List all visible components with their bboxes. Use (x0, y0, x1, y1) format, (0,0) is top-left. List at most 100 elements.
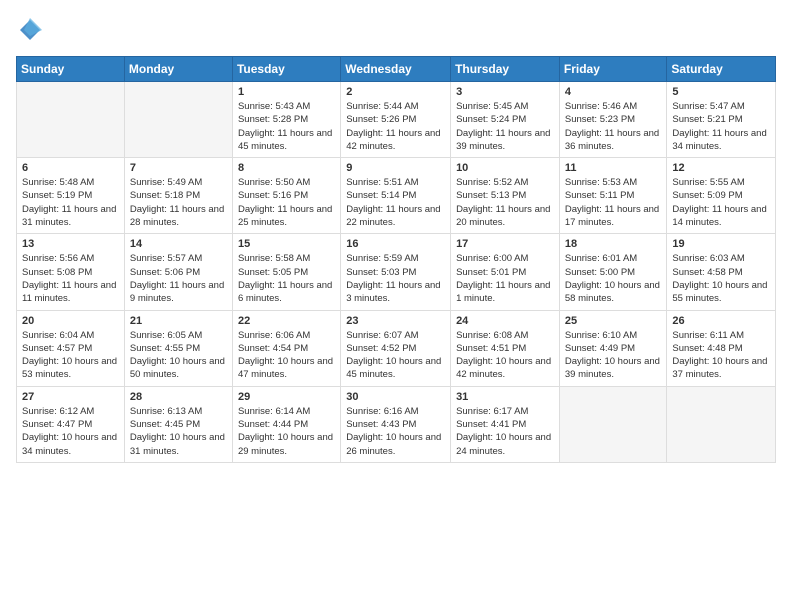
day-number: 22 (238, 315, 335, 327)
day-number: 1 (238, 86, 335, 98)
day-info: Sunrise: 5:48 AM Sunset: 5:19 PM Dayligh… (22, 176, 119, 229)
calendar-cell: 20Sunrise: 6:04 AM Sunset: 4:57 PM Dayli… (17, 310, 125, 386)
calendar-cell: 1 Sunrise: 5:43 AM Sunset: 5:28 PM Daylig… (232, 82, 340, 158)
day-info: Sunrise: 6:11 AM Sunset: 4:48 PM Dayligh… (672, 329, 770, 382)
day-info: Sunrise: 5:56 AM Sunset: 5:08 PM Dayligh… (22, 252, 119, 305)
day-number: 14 (130, 238, 227, 250)
calendar-cell: 9 Sunrise: 5:51 AM Sunset: 5:14 PM Daylig… (341, 158, 451, 234)
logo (16, 16, 48, 44)
logo-icon (16, 16, 44, 44)
calendar-cell: 6 Sunrise: 5:48 AM Sunset: 5:19 PM Daylig… (17, 158, 125, 234)
day-number: 13 (22, 238, 119, 250)
calendar-cell: 14 Sunrise: 5:57 AM Sunset: 5:06 PM Dayli… (124, 234, 232, 310)
day-info: Sunrise: 6:01 AM Sunset: 5:00 PM Dayligh… (565, 252, 662, 305)
calendar-cell: 21Sunrise: 6:05 AM Sunset: 4:55 PM Dayli… (124, 310, 232, 386)
day-info: Sunrise: 6:17 AM Sunset: 4:41 PM Dayligh… (456, 405, 554, 458)
calendar-cell: 10Sunrise: 5:52 AM Sunset: 5:13 PM Dayli… (451, 158, 560, 234)
day-info: Sunrise: 5:52 AM Sunset: 5:13 PM Dayligh… (456, 176, 554, 229)
calendar-cell: 27 Sunrise: 6:12 AM Sunset: 4:47 PM Dayli… (17, 386, 125, 462)
page-header (16, 16, 776, 44)
calendar-cell: 23Sunrise: 6:07 AM Sunset: 4:52 PM Dayli… (341, 310, 451, 386)
day-number: 29 (238, 391, 335, 403)
day-info: Sunrise: 5:57 AM Sunset: 5:06 PM Dayligh… (130, 252, 227, 305)
day-info: Sunrise: 6:04 AM Sunset: 4:57 PM Dayligh… (22, 329, 119, 382)
day-number: 15 (238, 238, 335, 250)
day-info: Sunrise: 5:58 AM Sunset: 5:05 PM Dayligh… (238, 252, 335, 305)
calendar-cell: 30Sunrise: 6:16 AM Sunset: 4:43 PM Dayli… (341, 386, 451, 462)
col-header-sunday: Sunday (17, 57, 125, 82)
day-info: Sunrise: 6:12 AM Sunset: 4:47 PM Dayligh… (22, 405, 119, 458)
col-header-monday: Monday (124, 57, 232, 82)
day-info: Sunrise: 5:50 AM Sunset: 5:16 PM Dayligh… (238, 176, 335, 229)
calendar-cell: 12 Sunrise: 5:55 AM Sunset: 5:09 PM Dayli… (667, 158, 776, 234)
calendar-cell: 18 Sunrise: 6:01 AM Sunset: 5:00 PM Dayli… (559, 234, 667, 310)
day-number: 17 (456, 238, 554, 250)
day-number: 18 (565, 238, 662, 250)
day-number: 12 (672, 162, 770, 174)
calendar-cell: 26 Sunrise: 6:11 AM Sunset: 4:48 PM Dayli… (667, 310, 776, 386)
calendar-week-row: 1 Sunrise: 5:43 AM Sunset: 5:28 PM Daylig… (17, 82, 776, 158)
calendar-cell: 7Sunrise: 5:49 AM Sunset: 5:18 PM Daylig… (124, 158, 232, 234)
day-info: Sunrise: 5:59 AM Sunset: 5:03 PM Dayligh… (346, 252, 445, 305)
day-info: Sunrise: 5:45 AM Sunset: 5:24 PM Dayligh… (456, 100, 554, 153)
calendar-cell: 28Sunrise: 6:13 AM Sunset: 4:45 PM Dayli… (124, 386, 232, 462)
day-info: Sunrise: 5:51 AM Sunset: 5:14 PM Dayligh… (346, 176, 445, 229)
day-number: 2 (346, 86, 445, 98)
day-info: Sunrise: 6:13 AM Sunset: 4:45 PM Dayligh… (130, 405, 227, 458)
day-info: Sunrise: 5:55 AM Sunset: 5:09 PM Dayligh… (672, 176, 770, 229)
calendar-cell: 31Sunrise: 6:17 AM Sunset: 4:41 PM Dayli… (451, 386, 560, 462)
day-info: Sunrise: 6:10 AM Sunset: 4:49 PM Dayligh… (565, 329, 662, 382)
calendar-week-row: 6 Sunrise: 5:48 AM Sunset: 5:19 PM Daylig… (17, 158, 776, 234)
day-number: 16 (346, 238, 445, 250)
day-number: 30 (346, 391, 445, 403)
day-number: 9 (346, 162, 445, 174)
day-number: 25 (565, 315, 662, 327)
day-info: Sunrise: 5:49 AM Sunset: 5:18 PM Dayligh… (130, 176, 227, 229)
calendar-cell: 29 Sunrise: 6:14 AM Sunset: 4:44 PM Dayli… (232, 386, 340, 462)
calendar-cell: 11 Sunrise: 5:53 AM Sunset: 5:11 PM Dayli… (559, 158, 667, 234)
col-header-friday: Friday (559, 57, 667, 82)
col-header-tuesday: Tuesday (232, 57, 340, 82)
calendar-week-row: 20Sunrise: 6:04 AM Sunset: 4:57 PM Dayli… (17, 310, 776, 386)
day-info: Sunrise: 5:43 AM Sunset: 5:28 PM Dayligh… (238, 100, 335, 153)
calendar-cell: 19Sunrise: 6:03 AM Sunset: 4:58 PM Dayli… (667, 234, 776, 310)
day-info: Sunrise: 6:14 AM Sunset: 4:44 PM Dayligh… (238, 405, 335, 458)
day-info: Sunrise: 5:53 AM Sunset: 5:11 PM Dayligh… (565, 176, 662, 229)
day-number: 3 (456, 86, 554, 98)
day-number: 21 (130, 315, 227, 327)
day-info: Sunrise: 5:44 AM Sunset: 5:26 PM Dayligh… (346, 100, 445, 153)
day-number: 8 (238, 162, 335, 174)
calendar-cell: 25 Sunrise: 6:10 AM Sunset: 4:49 PM Dayli… (559, 310, 667, 386)
calendar-week-row: 27 Sunrise: 6:12 AM Sunset: 4:47 PM Dayli… (17, 386, 776, 462)
day-info: Sunrise: 6:00 AM Sunset: 5:01 PM Dayligh… (456, 252, 554, 305)
calendar-cell: 24Sunrise: 6:08 AM Sunset: 4:51 PM Dayli… (451, 310, 560, 386)
day-number: 27 (22, 391, 119, 403)
day-number: 5 (672, 86, 770, 98)
calendar-week-row: 13 Sunrise: 5:56 AM Sunset: 5:08 PM Dayli… (17, 234, 776, 310)
day-number: 24 (456, 315, 554, 327)
day-number: 4 (565, 86, 662, 98)
calendar-table: SundayMondayTuesdayWednesdayThursdayFrid… (16, 56, 776, 463)
calendar-cell (17, 82, 125, 158)
day-number: 6 (22, 162, 119, 174)
day-info: Sunrise: 6:07 AM Sunset: 4:52 PM Dayligh… (346, 329, 445, 382)
day-info: Sunrise: 6:06 AM Sunset: 4:54 PM Dayligh… (238, 329, 335, 382)
calendar-header-row: SundayMondayTuesdayWednesdayThursdayFrid… (17, 57, 776, 82)
calendar-cell: 2 Sunrise: 5:44 AM Sunset: 5:26 PM Daylig… (341, 82, 451, 158)
day-number: 11 (565, 162, 662, 174)
col-header-saturday: Saturday (667, 57, 776, 82)
calendar-cell: 8 Sunrise: 5:50 AM Sunset: 5:16 PM Daylig… (232, 158, 340, 234)
calendar-cell: 15 Sunrise: 5:58 AM Sunset: 5:05 PM Dayli… (232, 234, 340, 310)
calendar-cell: 22 Sunrise: 6:06 AM Sunset: 4:54 PM Dayli… (232, 310, 340, 386)
col-header-thursday: Thursday (451, 57, 560, 82)
day-info: Sunrise: 6:03 AM Sunset: 4:58 PM Dayligh… (672, 252, 770, 305)
calendar-cell: 13 Sunrise: 5:56 AM Sunset: 5:08 PM Dayli… (17, 234, 125, 310)
day-number: 26 (672, 315, 770, 327)
calendar-cell: 16 Sunrise: 5:59 AM Sunset: 5:03 PM Dayli… (341, 234, 451, 310)
col-header-wednesday: Wednesday (341, 57, 451, 82)
calendar-cell (124, 82, 232, 158)
day-info: Sunrise: 5:47 AM Sunset: 5:21 PM Dayligh… (672, 100, 770, 153)
day-info: Sunrise: 5:46 AM Sunset: 5:23 PM Dayligh… (565, 100, 662, 153)
calendar-cell: 5 Sunrise: 5:47 AM Sunset: 5:21 PM Daylig… (667, 82, 776, 158)
calendar-cell (667, 386, 776, 462)
